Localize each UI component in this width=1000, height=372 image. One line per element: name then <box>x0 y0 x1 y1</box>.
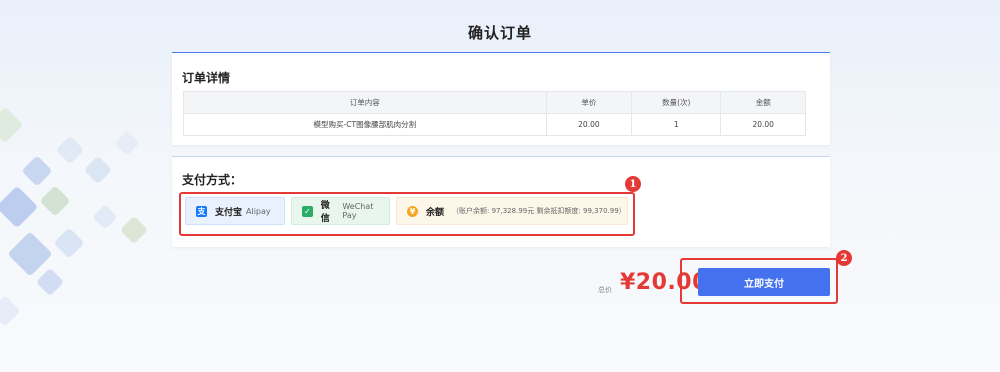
column-header-content: 订单内容 <box>183 91 547 114</box>
annotation-number-1: 1 <box>625 176 641 192</box>
column-header-unit-price: 单价 <box>545 91 633 114</box>
order-table: 订单内容 单价 数量(次) 金额 模型购买-CT图像腰部肌肉分割 20.00 1… <box>183 91 806 136</box>
annotation-box-2 <box>680 258 838 304</box>
annotation-number-2: 2 <box>836 250 852 266</box>
column-header-quantity: 数量(次) <box>631 91 722 114</box>
annotation-box-1 <box>179 192 635 236</box>
order-details-title: 订单详情 <box>182 71 231 85</box>
order-table-header: 订单内容 单价 数量(次) 金额 <box>183 91 806 114</box>
order-details-card: 订单详情 订单内容 单价 数量(次) 金额 模型购买-CT图像腰部肌肉分割 20… <box>172 52 830 145</box>
amount-cell: 20.00 <box>720 113 806 136</box>
order-content-cell: 模型购买-CT图像腰部肌肉分割 <box>183 113 547 136</box>
quantity-cell: 1 <box>631 113 722 136</box>
page-title: 确认订单 <box>467 24 532 42</box>
table-row: 模型购买-CT图像腰部肌肉分割 20.00 1 20.00 <box>183 113 806 136</box>
total-price-label: 总价 <box>598 286 612 294</box>
unit-price-cell: 20.00 <box>545 113 633 136</box>
payment-method-title: 支付方式： <box>182 173 243 187</box>
column-header-amount: 金额 <box>720 91 806 114</box>
